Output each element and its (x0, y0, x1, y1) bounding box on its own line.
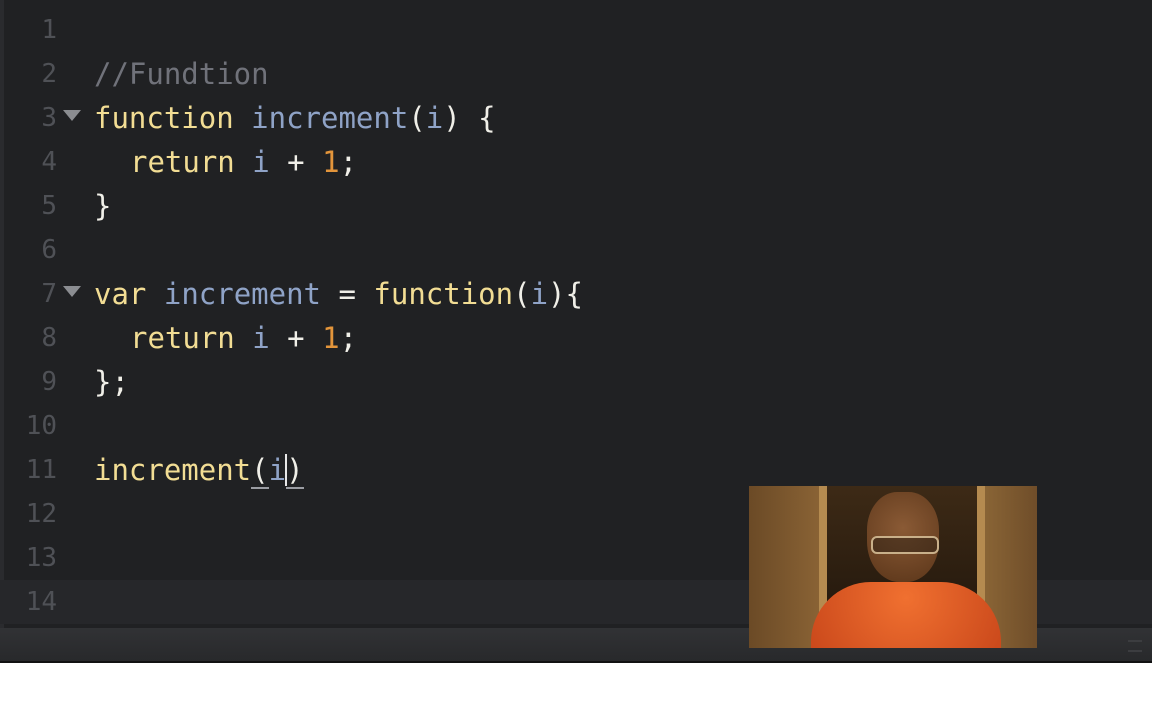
code-text: }; (94, 365, 129, 399)
line-number: 7 (41, 279, 57, 309)
paren: ( (408, 101, 426, 135)
line-number: 8 (41, 323, 57, 353)
function-call: increment (94, 453, 252, 487)
punctuation: ; (339, 321, 358, 355)
param: i (268, 453, 287, 487)
line-number: 3 (41, 103, 57, 133)
line-number: 12 (25, 499, 57, 529)
line-number: 13 (25, 543, 57, 573)
operator: + (287, 145, 305, 179)
param: i (425, 101, 444, 135)
code-line-1[interactable]: 1 (0, 8, 1152, 52)
line-number: 11 (25, 455, 57, 485)
code-line-4[interactable]: 4 return i + 1; (0, 140, 1152, 184)
comment-text: //Fundtion (94, 57, 269, 91)
punctuation: ){ (548, 277, 583, 311)
number-literal: 1 (322, 145, 340, 179)
fold-arrow-icon[interactable] (63, 110, 81, 121)
keyword: function (373, 277, 514, 311)
code-line-2[interactable]: 2 //Fundtion (0, 52, 1152, 96)
keyword: return (130, 145, 235, 179)
function-name: increment (251, 101, 409, 135)
line-number: 2 (41, 59, 57, 89)
paren: ( (251, 453, 269, 489)
line-number: 14 (25, 587, 57, 617)
code-text: return i + 1; (130, 140, 357, 184)
param: i (530, 277, 549, 311)
line-number: 10 (25, 411, 57, 441)
operator: + (287, 321, 305, 355)
punctuation: ) { (443, 101, 496, 135)
code-text: increment(i) (94, 448, 304, 492)
code-text: } (94, 189, 112, 223)
variable: i (252, 321, 270, 355)
line-number: 6 (41, 235, 57, 265)
code-line-10[interactable]: 10 (0, 404, 1152, 448)
fold-arrow-icon[interactable] (63, 286, 81, 297)
paren: ) (286, 453, 304, 489)
code-line-6[interactable]: 6 (0, 228, 1152, 272)
code-text: function increment(i) { (94, 96, 496, 140)
code-line-5[interactable]: 5 } (0, 184, 1152, 228)
line-number: 1 (41, 15, 57, 45)
resize-grip-icon[interactable] (1128, 640, 1142, 652)
code-text: var increment = function(i){ (94, 272, 583, 316)
operator: = (338, 277, 356, 311)
keyword: function (94, 101, 234, 135)
code-line-9[interactable]: 9 }; (0, 360, 1152, 404)
variable: i (252, 145, 270, 179)
line-number: 5 (41, 191, 57, 221)
code-line-7[interactable]: 7 var increment = function(i){ (0, 272, 1152, 316)
code-line-8[interactable]: 8 return i + 1; (0, 316, 1152, 360)
line-number: 9 (41, 367, 57, 397)
keyword: return (130, 321, 235, 355)
variable-name: increment (163, 277, 321, 311)
code-line-3[interactable]: 3 function increment(i) { (0, 96, 1152, 140)
code-text: return i + 1; (130, 316, 357, 360)
punctuation: ; (339, 145, 358, 179)
keyword: var (94, 277, 147, 311)
output-panel[interactable] (0, 663, 1152, 720)
presenter-shirt (811, 582, 1001, 648)
presenter-glasses (871, 536, 939, 554)
number-literal: 1 (322, 321, 340, 355)
webcam-overlay (749, 486, 1037, 648)
paren: ( (513, 277, 531, 311)
line-number: 4 (41, 147, 57, 177)
